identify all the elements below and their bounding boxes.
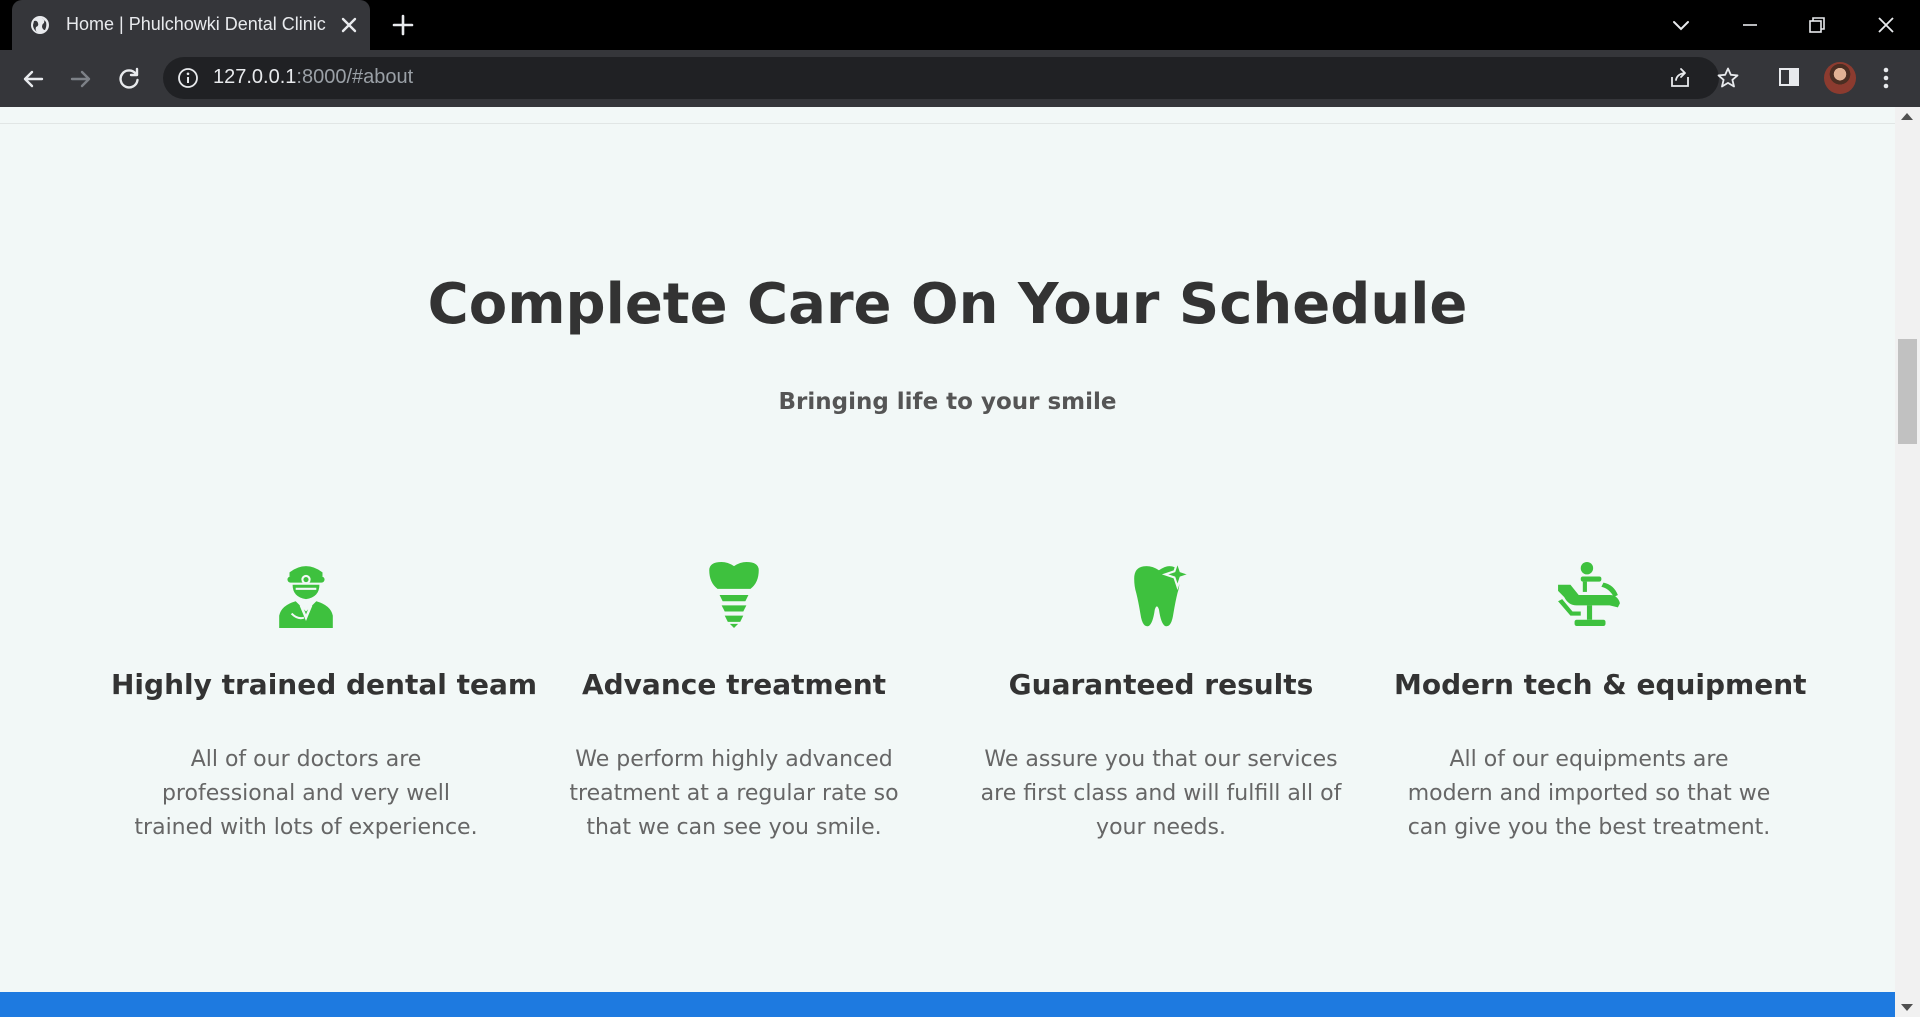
browser-toolbar: 127.0.0.1:8000/#about <box>0 50 1920 107</box>
page-scrollbar[interactable] <box>1895 107 1920 1017</box>
url-host: 127.0.0.1 <box>213 66 297 88</box>
side-panel-icon[interactable] <box>1777 65 1801 89</box>
feature-title: Highly trained dental team <box>111 668 538 701</box>
feature-title: Advance treatment <box>581 668 887 701</box>
browser-tab-active[interactable]: Home | Phulchowki Dental Clinic <box>12 0 370 50</box>
dentist-icon <box>279 566 333 628</box>
browser-tab-strip: Home | Phulchowki Dental Clinic <box>0 0 1920 50</box>
tab-search-chevron-icon[interactable] <box>1668 12 1694 38</box>
feature-title: Guaranteed results <box>1008 668 1314 701</box>
section-title: Complete Care On Your Schedule <box>427 272 1468 337</box>
feature-card-dental-team: Highly trained dental team All of our do… <box>111 562 538 845</box>
site-info-icon[interactable] <box>177 67 199 89</box>
next-section-band <box>0 992 1895 1017</box>
minimize-icon[interactable] <box>1735 10 1765 40</box>
feature-title: Modern tech & equipment <box>1394 668 1807 701</box>
about-section: Complete Care On Your Schedule Bringing … <box>0 107 1895 992</box>
scroll-down-arrow-icon[interactable] <box>1901 1004 1913 1011</box>
new-tab-icon[interactable] <box>390 12 416 38</box>
window-close-icon[interactable] <box>1871 10 1901 40</box>
feature-description: We perform highly advanced treatment at … <box>569 747 899 840</box>
feature-description: All of our equipments are modern and imp… <box>1407 747 1771 840</box>
dental-chair-icon <box>1558 562 1620 626</box>
page-viewport: Complete Care On Your Schedule Bringing … <box>0 107 1920 1017</box>
globe-icon <box>31 16 49 34</box>
tab-title: Home | Phulchowki Dental Clinic <box>66 14 326 34</box>
scrollbar-thumb[interactable] <box>1898 339 1917 444</box>
feature-card-advance-treatment: Advance treatment We perform highly adva… <box>539 562 929 845</box>
close-tab-icon[interactable] <box>337 13 361 37</box>
address-bar[interactable]: 127.0.0.1:8000/#about <box>163 57 1719 99</box>
feature-description: We assure you that our services are firs… <box>980 747 1342 840</box>
url-path: :8000/#about <box>296 66 414 88</box>
feature-card-modern-equipment: Modern tech & equipment All of our equip… <box>1394 562 1807 845</box>
tooth-implant-icon <box>709 562 759 628</box>
back-arrow-icon[interactable] <box>18 64 48 94</box>
feature-card-guaranteed-results: Guaranteed results We assure you that ou… <box>966 562 1356 845</box>
forward-arrow-icon[interactable] <box>66 64 96 94</box>
reload-icon[interactable] <box>114 64 144 94</box>
restore-icon[interactable] <box>1802 10 1832 40</box>
feature-description: All of our doctors are professional and … <box>134 747 478 840</box>
sparkling-tooth-icon <box>1134 562 1194 627</box>
profile-avatar[interactable] <box>1824 62 1856 94</box>
url-text[interactable]: 127.0.0.1:8000/#about <box>213 66 413 89</box>
section-subtitle: Bringing life to your smile <box>778 389 1117 415</box>
bookmark-star-icon[interactable] <box>1716 66 1740 90</box>
share-icon[interactable] <box>1668 66 1692 90</box>
scroll-up-arrow-icon[interactable] <box>1901 113 1913 120</box>
more-menu-icon[interactable] <box>1874 64 1898 92</box>
